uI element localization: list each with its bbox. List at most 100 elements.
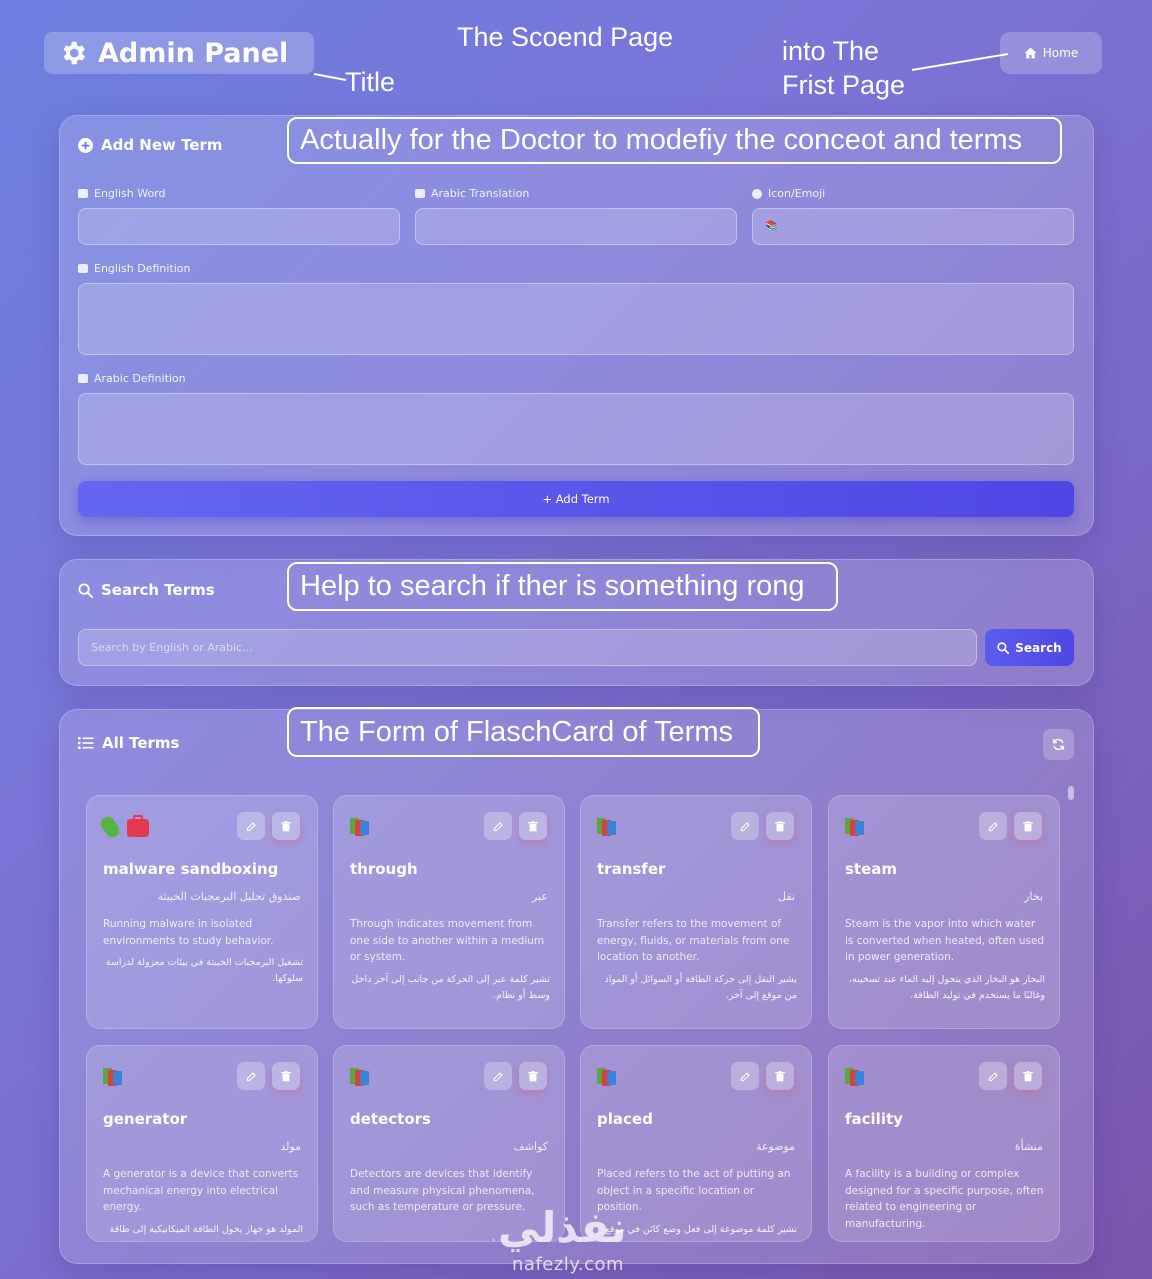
delete-button[interactable]	[519, 1062, 547, 1090]
edit-button[interactable]	[731, 812, 759, 840]
books-icon	[845, 1066, 865, 1086]
edit-icon	[988, 821, 998, 831]
plus-circle-icon	[78, 137, 93, 153]
term-definition-arabic: تشير كلمة عبر إلى الحركة من جانب إلى آخر…	[351, 973, 550, 1001]
delete-button[interactable]	[1014, 812, 1042, 840]
edit-button[interactable]	[484, 1062, 512, 1090]
trash-icon	[281, 820, 291, 831]
watermark-url: nafezly.com	[512, 1254, 625, 1275]
term-definition-arabic: المولد هو جهاز يحول الطاقة الميكانيكية إ…	[109, 1223, 303, 1235]
annotation-all-terms: The Form of FlaschCard of Terms	[287, 707, 760, 757]
trash-icon	[1023, 820, 1033, 831]
id-card-icon	[78, 189, 88, 198]
term-definition: A generator is a device that converts me…	[103, 1168, 299, 1213]
term-english: transfer	[597, 860, 666, 878]
add-term-header: Add New Term	[78, 136, 223, 154]
term-icon	[103, 1066, 123, 1086]
term-card: steam بخار Steam is the vapor into which w…	[828, 795, 1060, 1029]
search-title: Search Terms	[101, 581, 215, 599]
all-terms-title: All Terms	[102, 734, 180, 752]
book-icon	[78, 264, 88, 273]
term-definition-arabic: تشغيل البرمجيات الخبيثة في بيئات معزولة …	[105, 957, 303, 984]
term-arabic: منشأة	[1014, 1140, 1043, 1153]
term-definition: Running malware in isolated environments…	[103, 918, 274, 947]
bug-icon	[97, 813, 123, 841]
icon-emoji-input[interactable]: 📚	[752, 208, 1074, 245]
term-definition-arabic: تشير كلمة موضوعة إلى فعل وضع كائن في موق…	[604, 1223, 797, 1235]
trash-icon	[775, 1070, 785, 1081]
arabic-definition-textarea[interactable]	[78, 393, 1074, 465]
edit-button[interactable]	[731, 1062, 759, 1090]
smile-icon	[752, 188, 762, 199]
books-icon	[597, 816, 617, 836]
edit-button[interactable]	[484, 812, 512, 840]
add-term-button[interactable]: + Add Term	[78, 481, 1074, 517]
admin-panel-title: Admin Panel	[44, 32, 314, 74]
delete-button[interactable]	[272, 812, 300, 840]
term-icon	[597, 816, 617, 836]
arabic-definition-label: Arabic Definition	[78, 372, 186, 385]
books-icon	[350, 1066, 370, 1086]
cards-scrollbar[interactable]	[1068, 786, 1074, 800]
delete-button[interactable]	[1014, 1062, 1042, 1090]
english-word-label: English Word	[78, 187, 166, 200]
book-icon	[78, 374, 88, 383]
edit-button[interactable]	[237, 1062, 265, 1090]
search-icon	[78, 582, 93, 598]
term-icon	[597, 1066, 617, 1086]
term-arabic: نقل	[778, 890, 795, 903]
delete-button[interactable]	[272, 1062, 300, 1090]
term-card: transfer نقل Transfer refers to the moveme…	[580, 795, 812, 1029]
delete-button[interactable]	[766, 812, 794, 840]
term-icon	[350, 1066, 370, 1086]
annotation-first-page-line1: into The	[782, 36, 880, 66]
term-arabic: بخار	[1024, 890, 1043, 903]
watermark-arabic: نفذلي	[498, 1203, 627, 1252]
term-arabic: صندوق تحليل البرمجيات الخبيثة	[157, 890, 301, 903]
delete-button[interactable]	[519, 812, 547, 840]
add-term-title: Add New Term	[101, 136, 223, 154]
refresh-button[interactable]	[1043, 729, 1074, 760]
term-card: generator مولد A generator is a device tha…	[86, 1045, 318, 1242]
term-arabic: موضوعة	[755, 1140, 795, 1153]
books-icon	[597, 1066, 617, 1086]
term-english: facility	[845, 1110, 903, 1128]
books-icon	[103, 1066, 123, 1086]
english-word-input[interactable]	[78, 208, 400, 245]
term-arabic: عبر	[532, 890, 548, 903]
term-card: facility منشأة A facility is a building or…	[828, 1045, 1060, 1242]
list-icon	[78, 737, 94, 749]
term-arabic: كواشف	[513, 1140, 548, 1153]
all-terms-header: All Terms	[78, 734, 179, 752]
edit-icon	[740, 821, 750, 831]
edit-icon	[493, 1071, 503, 1081]
edit-button[interactable]	[979, 1062, 1007, 1090]
term-arabic: مولد	[280, 1140, 301, 1153]
delete-button[interactable]	[766, 1062, 794, 1090]
term-icon	[350, 816, 370, 836]
annotation-title: Title	[345, 67, 396, 97]
term-card: through عبر Through indicates movement fro…	[333, 795, 565, 1029]
term-definition: Placed refers to the act of putting an o…	[597, 1168, 791, 1213]
edit-icon	[246, 821, 256, 831]
arabic-translation-input[interactable]	[415, 208, 737, 245]
edit-icon	[493, 821, 503, 831]
annotation-search: Help to search if ther is something rong	[287, 562, 838, 611]
annotation-second-page: The Scoend Page	[457, 22, 674, 52]
term-icon	[845, 816, 865, 836]
edit-icon	[988, 1071, 998, 1081]
annotation-first-page-line2: Frist Page	[782, 70, 906, 100]
home-button[interactable]: Home	[1000, 32, 1102, 74]
trash-icon	[775, 820, 785, 831]
english-definition-textarea[interactable]	[78, 283, 1074, 355]
term-english: steam	[845, 860, 898, 878]
term-card: malware sandboxing صندوق تحليل البرمجيات …	[86, 795, 318, 1029]
term-english: generator	[103, 1110, 188, 1128]
edit-button[interactable]	[237, 812, 265, 840]
edit-button[interactable]	[979, 812, 1007, 840]
arabic-translation-label: Arabic Translation	[415, 187, 529, 200]
search-input-placeholder: Search by English or Arabic...	[91, 641, 253, 654]
search-input[interactable]: Search by English or Arabic...	[78, 629, 977, 666]
icon-emoji-label: Icon/Emoji	[752, 187, 825, 200]
search-button[interactable]: Search	[985, 629, 1074, 666]
